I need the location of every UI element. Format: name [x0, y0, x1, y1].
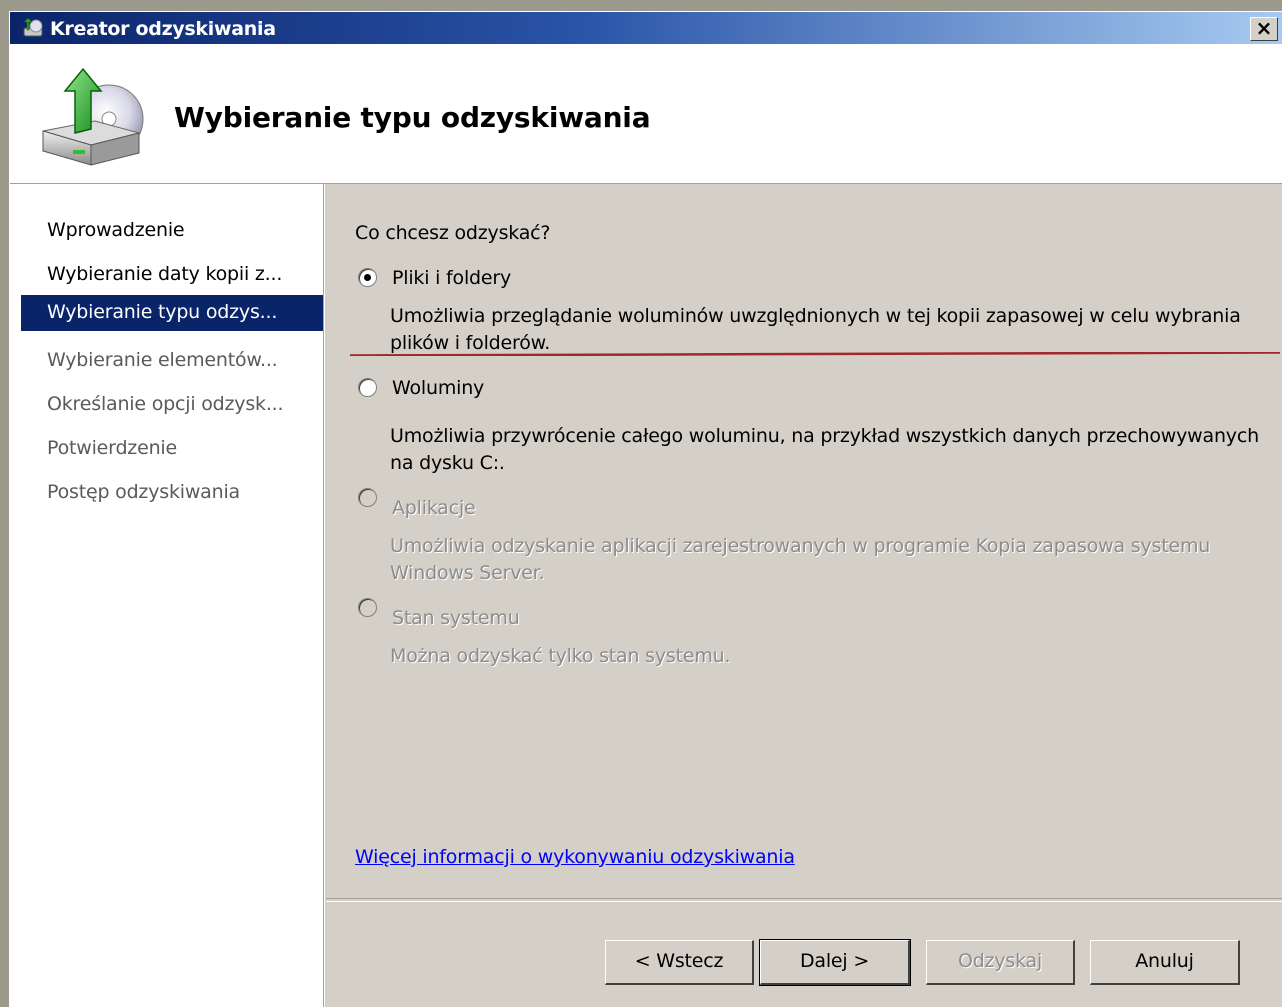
- volumes-description: Umożliwia przywrócenie całego woluminu, …: [390, 425, 1259, 474]
- nav-step-introduction[interactable]: Wprowadzenie: [21, 213, 323, 249]
- close-button[interactable]: ×: [1250, 17, 1278, 41]
- footer-divider: [326, 898, 1282, 902]
- wizard-steps-nav: Wprowadzenie Wybieranie daty kopii z... …: [10, 184, 323, 1007]
- applications-description: Umożliwia odzyskanie aplikacji zarejestr…: [390, 535, 1211, 584]
- backup-wizard-icon: [23, 18, 43, 37]
- system-state-radio: [358, 598, 377, 617]
- files-folders-label[interactable]: Pliki i foldery: [392, 267, 511, 289]
- nav-step-recovery-options: Określanie opcji odzysk...: [47, 393, 284, 415]
- more-info-link[interactable]: Więcej informacji o wykonywaniu odzyskiw…: [355, 846, 795, 868]
- annotation-underline: [350, 352, 1280, 356]
- system-state-label: Stan systemu: [392, 607, 520, 629]
- applications-radio: [358, 488, 377, 507]
- recovery-wizard-window: Kreator odzyskiwania × Wybieranie typu o…: [9, 11, 1282, 1007]
- files-folders-radio[interactable]: [358, 268, 377, 287]
- next-button[interactable]: Dalej >: [759, 939, 911, 986]
- nav-step-confirmation: Potwierdzenie: [47, 437, 177, 459]
- wizard-header: Wybieranie typu odzyskiwania: [10, 44, 1282, 184]
- disk-restore-icon: [42, 67, 144, 166]
- title-bar[interactable]: Kreator odzyskiwania ×: [10, 12, 1282, 44]
- page-title: Wybieranie typu odzyskiwania: [174, 101, 651, 134]
- nav-step-backup-date[interactable]: Wybieranie daty kopii z...: [21, 257, 323, 293]
- files-folders-description: Umożliwia przeglądanie woluminów uwzględ…: [390, 305, 1241, 354]
- back-button[interactable]: < Wstecz: [605, 940, 754, 985]
- volumes-label[interactable]: Woluminy: [392, 377, 484, 399]
- recovery-type-panel: Co chcesz odzyskać? Pliki i foldery Umoż…: [326, 184, 1282, 1007]
- recovery-question: Co chcesz odzyskać?: [355, 222, 551, 244]
- system-state-description: Można odzyskać tylko stan systemu.: [390, 645, 731, 667]
- applications-label: Aplikacje: [392, 497, 476, 519]
- cancel-button[interactable]: Anuluj: [1090, 940, 1240, 985]
- volumes-radio[interactable]: [358, 378, 377, 397]
- nav-step-select-items: Wybieranie elementów...: [47, 349, 278, 371]
- close-icon: ×: [1255, 16, 1273, 40]
- nav-step-recovery-type[interactable]: Wybieranie typu odzys...: [21, 295, 323, 331]
- window-title: Kreator odzyskiwania: [50, 18, 276, 40]
- radio-selected-dot: [364, 274, 371, 281]
- recover-button: Odzyskaj: [926, 940, 1075, 985]
- nav-step-progress: Postęp odzyskiwania: [47, 481, 240, 503]
